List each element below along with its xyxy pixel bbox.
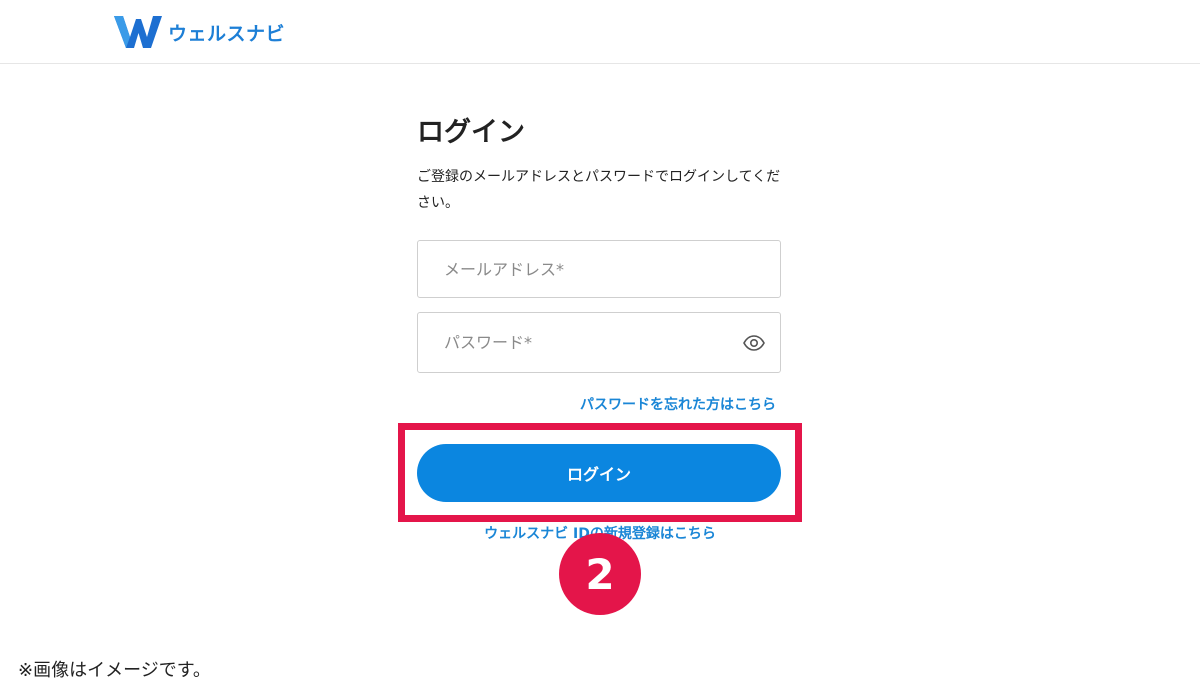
logo-w-icon (114, 16, 162, 48)
wealthnavi-logo[interactable]: ウェルスナビ (114, 16, 285, 48)
email-input[interactable] (418, 241, 780, 297)
password-input[interactable] (418, 313, 780, 372)
image-note: ※画像はイメージです。 (18, 660, 211, 681)
step-number-badge: 2 (559, 533, 641, 615)
forgot-password-link[interactable]: パスワードを忘れた方はこちら (580, 394, 776, 414)
site-header: ウェルスナビ (0, 0, 1200, 64)
eye-icon[interactable] (742, 332, 766, 354)
login-button[interactable]: ログイン (417, 444, 781, 502)
password-field[interactable] (417, 312, 781, 373)
login-description: ご登録のメールアドレスとパスワードでログインしてください。 (417, 169, 781, 211)
email-field[interactable] (417, 240, 781, 298)
page-title: ログイン (417, 117, 525, 148)
logo-text: ウェルスナビ (168, 22, 286, 45)
